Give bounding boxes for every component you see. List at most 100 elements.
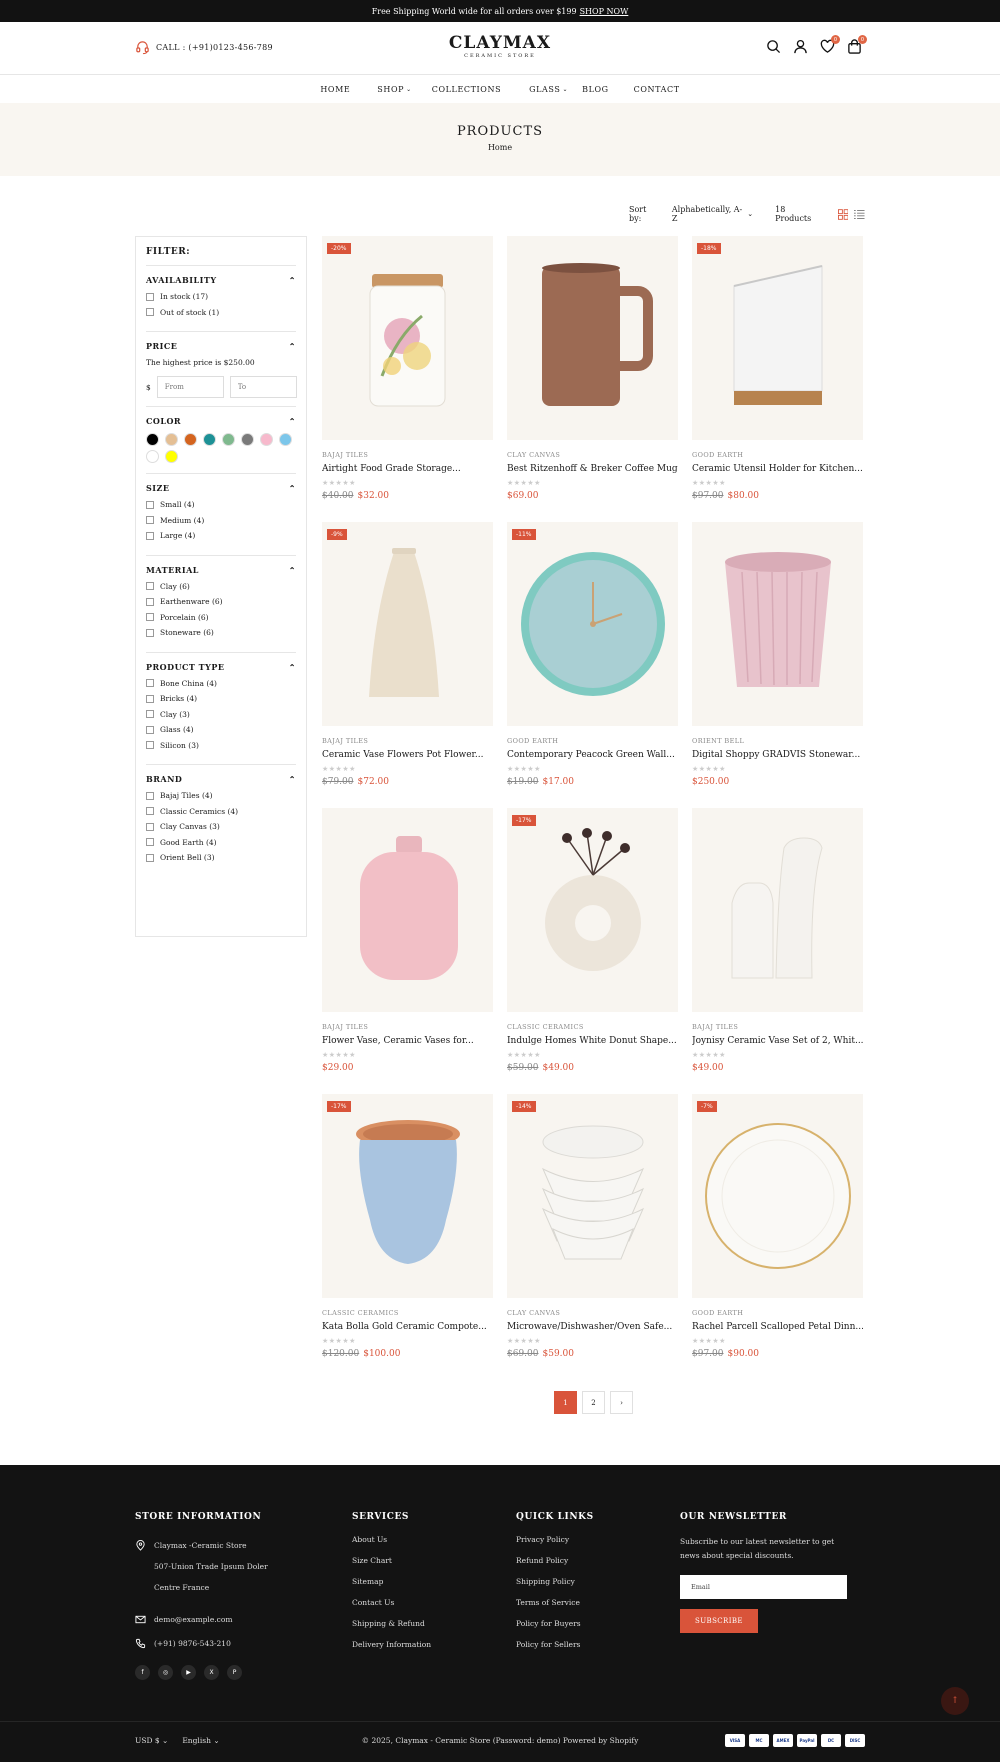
page-1-button[interactable]: 1	[554, 1391, 577, 1414]
next-page-button[interactable]: ›	[610, 1391, 633, 1414]
list-view-icon[interactable]	[854, 209, 865, 220]
nav-glass[interactable]: GLASS ⌄	[529, 85, 568, 94]
product-image[interactable]	[692, 522, 863, 726]
cart-button[interactable]: 0	[847, 35, 867, 54]
checkbox[interactable]	[146, 679, 154, 687]
footer-link[interactable]: Terms of Service	[516, 1598, 594, 1607]
color-swatch[interactable]	[241, 433, 254, 446]
footer-link[interactable]: Refund Policy	[516, 1556, 594, 1565]
product-title[interactable]: Indulge Homes White Donut Shape...	[507, 1036, 678, 1046]
product-image[interactable]	[507, 236, 678, 440]
filter-size-toggle[interactable]: SIZE ⌃	[146, 483, 296, 493]
checkbox[interactable]	[146, 613, 154, 621]
product-vendor[interactable]: CLASSIC CERAMICS	[507, 1023, 678, 1031]
product-image[interactable]: -20%	[322, 236, 493, 440]
filter-option[interactable]: Large (4)	[146, 531, 296, 540]
filter-option[interactable]: Classic Ceramics (4)	[146, 807, 296, 816]
checkbox[interactable]	[146, 838, 154, 846]
product-vendor[interactable]: ORIENT BELL	[692, 737, 863, 745]
checkbox[interactable]	[146, 516, 154, 524]
product-image[interactable]: -11%	[507, 522, 678, 726]
filter-color-toggle[interactable]: COLOR ⌃	[146, 416, 296, 426]
footer-link[interactable]: About Us	[352, 1535, 431, 1544]
product-vendor[interactable]: CLAY CANVAS	[507, 451, 678, 459]
product-card[interactable]: -18% GOOD EARTH Ceramic Utensil Holder for…	[692, 236, 863, 506]
product-image[interactable]	[322, 808, 493, 1012]
filter-option[interactable]: Clay (6)	[146, 582, 296, 591]
filter-option[interactable]: Porcelain (6)	[146, 613, 296, 622]
facebook-icon[interactable]: f	[135, 1665, 150, 1680]
product-title[interactable]: Joynisy Ceramic Vase Set of 2, Whit...	[692, 1036, 863, 1046]
checkbox[interactable]	[146, 853, 154, 862]
color-swatch[interactable]	[260, 433, 273, 446]
footer-link[interactable]: Contact Us	[352, 1598, 431, 1607]
page-2-button[interactable]: 2	[582, 1391, 605, 1414]
checkbox[interactable]	[146, 694, 154, 703]
grid-view-icon[interactable]	[837, 208, 849, 220]
product-image[interactable]: -17%	[507, 808, 678, 1012]
product-title[interactable]: Airtight Food Grade Storage...	[322, 464, 493, 474]
product-card[interactable]: -11% GOOD EARTH Contemporary Peacock Green…	[507, 522, 678, 792]
color-swatch[interactable]	[146, 450, 159, 463]
youtube-icon[interactable]: ▶	[181, 1665, 196, 1680]
product-vendor[interactable]: GOOD EARTH	[692, 451, 863, 459]
footer-link[interactable]: Privacy Policy	[516, 1535, 594, 1544]
wishlist-button[interactable]: 0	[820, 35, 840, 54]
footer-link[interactable]: Shipping Policy	[516, 1577, 594, 1586]
checkbox[interactable]	[146, 710, 154, 718]
product-card[interactable]: CLAY CANVAS Best Ritzenhoff & Breker Coff…	[507, 236, 678, 506]
product-title[interactable]: Kata Bolla Gold Ceramic Compote...	[322, 1322, 493, 1332]
checkbox[interactable]	[146, 308, 154, 316]
product-card[interactable]: -17% CLASSIC CERAMICS Kata Bolla Gold Cera…	[322, 1094, 493, 1364]
filter-option[interactable]: In stock (17)	[146, 292, 296, 301]
currency-selector[interactable]: USD $ ⌄	[135, 1736, 168, 1745]
checkbox[interactable]	[146, 597, 154, 606]
filter-option[interactable]: Bone China (4)	[146, 679, 296, 688]
filter-product-type-toggle[interactable]: PRODUCT TYPE ⌃	[146, 662, 296, 672]
product-image[interactable]: -14%	[507, 1094, 678, 1298]
price-from-input[interactable]	[156, 376, 224, 398]
color-swatch[interactable]	[165, 450, 178, 463]
filter-option[interactable]: Good Earth (4)	[146, 838, 296, 847]
checkbox[interactable]	[146, 741, 154, 749]
filter-option[interactable]: Clay (3)	[146, 710, 296, 719]
filter-option[interactable]: Glass (4)	[146, 725, 296, 734]
store-email[interactable]: demo@example.com	[135, 1609, 335, 1630]
sort-select[interactable]: Alphabetically, A-Z ⌄	[672, 205, 753, 223]
checkbox[interactable]	[146, 725, 154, 734]
footer-link[interactable]: Shipping & Refund	[352, 1619, 431, 1628]
product-card[interactable]: -17% CLASSIC CERAMICS Indulge Homes White …	[507, 808, 678, 1078]
checkbox[interactable]	[146, 628, 154, 637]
product-title[interactable]: Ceramic Utensil Holder for Kitchen...	[692, 464, 863, 474]
product-vendor[interactable]: CLASSIC CERAMICS	[322, 1309, 493, 1317]
color-swatch[interactable]	[146, 433, 159, 446]
filter-brand-toggle[interactable]: BRAND ⌃	[146, 774, 296, 784]
product-image[interactable]: -18%	[692, 236, 863, 440]
subscribe-button[interactable]: SUBSCRIBE	[680, 1609, 758, 1633]
account-button[interactable]	[793, 39, 808, 54]
filter-option[interactable]: Bajaj Tiles (4)	[146, 791, 296, 800]
checkbox[interactable]	[146, 292, 154, 301]
search-button[interactable]	[766, 39, 781, 54]
filter-option[interactable]: Clay Canvas (3)	[146, 822, 296, 831]
color-swatch[interactable]	[222, 433, 235, 446]
product-vendor[interactable]: BAJAJ TILES	[692, 1023, 863, 1031]
product-vendor[interactable]: BAJAJ TILES	[322, 1023, 493, 1031]
footer-link[interactable]: Size Chart	[352, 1556, 431, 1565]
nav-collections[interactable]: COLLECTIONS	[432, 85, 501, 94]
nav-blog[interactable]: BLOG	[582, 85, 609, 94]
filter-option[interactable]: Out of stock (1)	[146, 308, 296, 317]
nav-shop[interactable]: SHOP ⌄	[377, 85, 411, 94]
product-title[interactable]: Microwave/Dishwasher/Oven Safe...	[507, 1322, 678, 1332]
product-image[interactable]	[692, 808, 863, 1012]
product-card[interactable]: ORIENT BELL Digital Shoppy GRADVIS Stonew…	[692, 522, 863, 792]
filter-material-toggle[interactable]: MATERIAL ⌃	[146, 565, 296, 575]
filter-option[interactable]: Orient Bell (3)	[146, 853, 296, 862]
price-to-input[interactable]	[229, 376, 297, 398]
filter-price-toggle[interactable]: PRICE ⌃	[146, 341, 296, 351]
filter-option[interactable]: Small (4)	[146, 500, 296, 509]
filter-option[interactable]: Silicon (3)	[146, 741, 296, 750]
filter-option[interactable]: Bricks (4)	[146, 694, 296, 703]
x-icon[interactable]: X	[204, 1665, 219, 1680]
instagram-icon[interactable]: ◎	[158, 1665, 173, 1680]
